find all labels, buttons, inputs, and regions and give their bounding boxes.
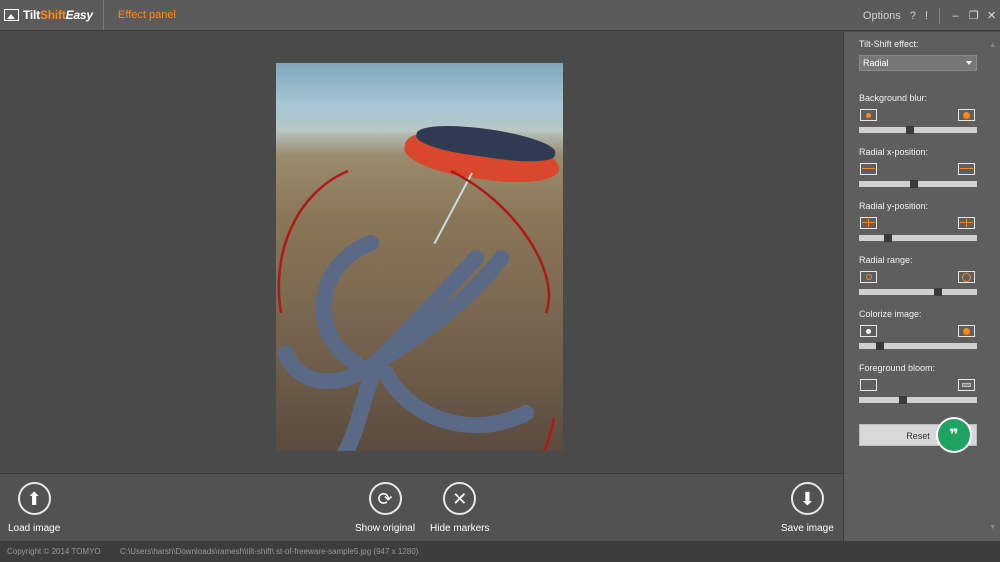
- radial-range-slider[interactable]: [859, 288, 977, 296]
- load-image-label: Load image: [8, 523, 61, 534]
- bloom-off-icon[interactable]: [860, 379, 877, 391]
- effect-type-value: Radial: [863, 58, 889, 68]
- hide-markers-label: Hide markers: [430, 523, 490, 534]
- background-blur-slider[interactable]: [859, 126, 977, 134]
- tab-effect-panel[interactable]: Effect panel: [104, 9, 176, 21]
- x-left-icon[interactable]: [860, 163, 877, 175]
- bloom-on-icon[interactable]: [958, 379, 975, 391]
- divider: [939, 7, 940, 24]
- show-original-label: Show original: [355, 523, 416, 534]
- hide-markers-button[interactable]: ✕ Hide markers: [430, 482, 489, 534]
- background-blur-label: Background blur:: [859, 93, 928, 103]
- y-top-icon[interactable]: [860, 217, 877, 229]
- effect-type-select[interactable]: Radial: [859, 55, 977, 71]
- help-button[interactable]: ?: [910, 10, 916, 22]
- effect-type-label: Tilt-Shift effect:: [859, 39, 919, 49]
- copyright-text: Copyright © 2014 TOMYO: [7, 547, 101, 556]
- photo-preview[interactable]: [276, 63, 563, 451]
- minimize-button[interactable]: –: [951, 10, 960, 22]
- y-bottom-icon[interactable]: [958, 217, 975, 229]
- slider-thumb[interactable]: [899, 396, 907, 404]
- scroll-up-icon[interactable]: ▲: [989, 42, 996, 49]
- restore-button[interactable]: ❐: [969, 9, 979, 22]
- anchor-and-marker: [277, 169, 556, 451]
- hangouts-icon[interactable]: ❞: [938, 419, 970, 451]
- refresh-icon: ⟳: [368, 482, 402, 515]
- blur-min-icon[interactable]: [860, 109, 877, 121]
- image-canvas: [0, 32, 843, 473]
- blur-max-icon[interactable]: [958, 109, 975, 121]
- app-title: TiltShiftEasy: [23, 8, 93, 22]
- scroll-down-icon[interactable]: ▼: [989, 524, 996, 531]
- range-small-icon[interactable]: [860, 271, 877, 283]
- x-right-icon[interactable]: [958, 163, 975, 175]
- show-original-button[interactable]: ⟳ Show original: [355, 482, 415, 534]
- title-bar-controls: Options ? ! – ❐ ✕: [863, 0, 996, 31]
- radial-y-label: Radial y-position:: [859, 201, 929, 211]
- radial-x-slider[interactable]: [859, 180, 977, 188]
- radial-marker-ring: [277, 169, 349, 314]
- colorize-on-icon[interactable]: [958, 325, 975, 337]
- range-large-icon[interactable]: [958, 271, 975, 283]
- slider-thumb[interactable]: [906, 126, 914, 134]
- slider-thumb[interactable]: [876, 342, 884, 350]
- effect-panel: ▲ Tilt-Shift effect: Radial Background b…: [843, 32, 1000, 541]
- bottom-toolbar: ⬆ Load image ⟳ Show original ✕ Hide mark…: [0, 473, 843, 541]
- colorize-label: Colorize image:: [859, 309, 922, 319]
- arrow-up-icon: ⬆: [17, 482, 51, 515]
- radial-y-slider[interactable]: [859, 234, 977, 242]
- image-icon: [4, 9, 19, 21]
- colorize-off-icon[interactable]: [860, 325, 877, 337]
- load-image-button[interactable]: ⬆ Load image: [8, 482, 60, 534]
- app-logo: TiltShiftEasy: [0, 0, 104, 30]
- save-image-label: Save image: [781, 523, 834, 534]
- save-image-button[interactable]: ⬇ Save image: [781, 482, 834, 534]
- options-menu[interactable]: Options: [863, 10, 901, 22]
- radial-x-label: Radial x-position:: [859, 147, 929, 157]
- arrow-down-icon: ⬇: [790, 482, 824, 515]
- slider-thumb[interactable]: [910, 180, 918, 188]
- foreground-bloom-slider[interactable]: [859, 396, 977, 404]
- anchor-shape: [278, 235, 534, 451]
- colorize-slider[interactable]: [859, 342, 977, 350]
- title-bar: TiltShiftEasy Effect panel Options ? ! –…: [0, 0, 1000, 31]
- slider-thumb[interactable]: [934, 288, 942, 296]
- info-button[interactable]: !: [925, 10, 928, 22]
- radial-marker-ring: [542, 417, 556, 451]
- radial-range-label: Radial range:: [859, 255, 913, 265]
- foreground-bloom-label: Foreground bloom:: [859, 363, 936, 373]
- file-path: C:\Users\harsh\Downloads\ramesh\tilt-shi…: [120, 547, 419, 556]
- slider-thumb[interactable]: [884, 234, 892, 242]
- chevron-down-icon: [966, 61, 972, 65]
- status-bar: Copyright © 2014 TOMYO C:\Users\harsh\Do…: [0, 541, 1000, 562]
- close-button[interactable]: ✕: [987, 9, 996, 22]
- close-x-icon: ✕: [443, 482, 477, 515]
